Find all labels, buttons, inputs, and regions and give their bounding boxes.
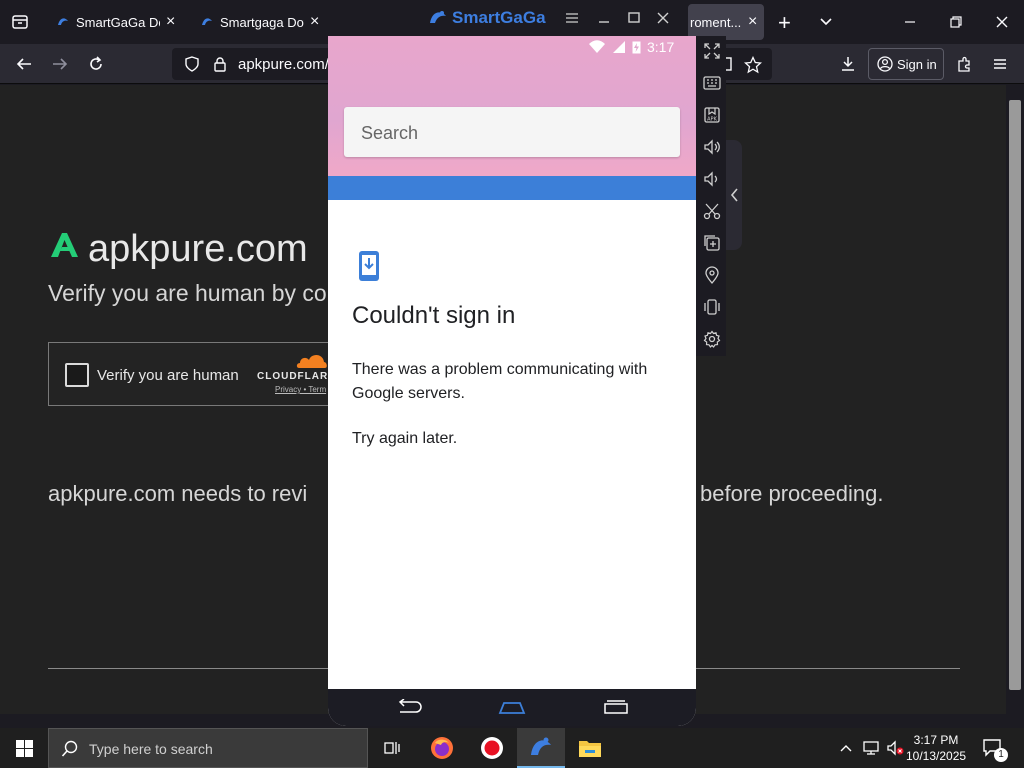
network-icon[interactable] [862,740,880,756]
notification-count-badge: 1 [994,748,1008,762]
task-view-icon[interactable] [368,728,416,768]
taskbar-search-box[interactable]: Type here to search [48,728,368,768]
fullscreen-icon[interactable] [703,42,721,60]
recents-nav-icon[interactable] [602,699,630,715]
cloudflare-brand: CLOUDFLAR [257,371,329,382]
tab-label: SmartGaGa Dow [76,14,160,30]
scissors-screenshot-icon[interactable] [703,202,721,220]
clock-date: 10/13/2025 [906,749,967,763]
status-time: 3:17 [647,39,675,55]
battery-charging-icon [632,41,641,54]
error-dialog-title: Couldn't sign in [352,302,516,329]
emulator-maximize-icon[interactable] [626,10,642,26]
cloudflare-cloud-icon [295,351,329,369]
tray-chevron-up-icon[interactable] [838,740,854,756]
tab-close-icon[interactable]: × [166,13,175,31]
app-menu-icon[interactable] [988,52,1012,76]
android-screen[interactable]: 3:17 Search Couldn't sign in There was a… [328,36,696,726]
new-tab-button[interactable]: + [778,10,791,36]
app-header-band [328,176,696,200]
windows-taskbar: Type here to search 3:17 PM 10/13/2025 1 [0,728,1024,768]
android-status-bar: 3:17 [588,39,674,55]
tab-close-icon[interactable]: × [310,13,319,31]
apkpure-logo-icon [48,231,80,259]
sign-in-button[interactable]: Sign in [868,48,944,80]
volume-down-icon[interactable] [703,170,721,188]
smartgaga-logo-icon [428,8,448,28]
signal-icon [613,41,625,53]
error-dialog-message: There was a problem communicating with G… [352,361,648,402]
shake-vibrate-icon[interactable] [703,298,721,316]
review-message-right: before proceeding. [700,481,884,506]
search-icon [61,740,79,758]
bookmark-star-icon[interactable] [744,56,762,74]
file-explorer-icon[interactable] [566,728,614,768]
search-input[interactable]: Search [344,107,680,157]
scrollbar-thumb[interactable] [1009,100,1021,690]
install-apk-icon[interactable]: APK [703,106,721,124]
tab-smartgaga-1[interactable]: SmartGaGa Dow × [56,0,186,44]
android-nav-bar [328,689,696,726]
svg-text:APK: APK [707,117,717,123]
account-icon [877,56,893,72]
shield-icon[interactable] [184,56,200,72]
tab-label: roment... [690,14,742,30]
tab-overflow-chevron-icon[interactable] [818,14,834,30]
verify-checkbox[interactable] [65,363,89,387]
side-toolbar-collapse[interactable] [726,140,742,250]
search-placeholder: Search [361,123,419,143]
wifi-icon [589,40,605,53]
tab-label: Smartgaga Dow [220,14,304,30]
emulator-close-icon[interactable] [655,10,671,26]
review-message-left: apkpure.com needs to revi [48,481,308,506]
back-arrow-icon[interactable] [12,52,36,76]
downloads-icon[interactable] [836,52,860,76]
tab-close-icon[interactable]: × [748,13,757,31]
restore-window-icon[interactable] [948,14,964,30]
cloudflare-privacy-terms-links[interactable]: Privacy • Term [275,385,326,394]
close-window-icon[interactable] [994,14,1010,30]
emulator-minimize-icon[interactable] [596,10,612,26]
forward-arrow-icon[interactable] [48,52,72,76]
phone-download-icon [358,250,380,282]
taskbar-clock[interactable]: 3:17 PM 10/13/2025 [906,732,966,764]
url-text[interactable]: apkpure.com/1 [238,56,337,73]
settings-gear-icon[interactable] [703,330,721,348]
tab-list-icon[interactable] [10,12,30,32]
taskbar-search-placeholder: Type here to search [89,741,213,757]
tab-smartgaga-2[interactable]: Smartgaga Dow × [200,0,330,44]
cloudflare-challenge-widget: Verify you are human CLOUDFLAR Privacy •… [48,342,348,406]
emulator-brand: SmartGaGa [452,8,546,27]
volume-muted-icon[interactable] [886,740,904,756]
clock-time: 3:17 PM [913,733,959,747]
back-nav-icon[interactable] [394,699,422,715]
site-name: apkpure.com [88,228,308,270]
smartgaga-favicon-icon [202,18,212,25]
volume-up-icon[interactable] [703,138,721,156]
home-nav-icon[interactable] [498,699,526,715]
verify-heading: Verify you are human by co [48,280,327,306]
minimize-window-icon[interactable] [902,14,918,30]
reload-icon[interactable] [84,52,108,76]
lock-icon[interactable] [212,56,228,72]
error-dialog-retry-text: Try again later. [352,430,458,447]
keyboard-icon[interactable] [703,74,721,92]
location-pin-icon[interactable] [703,266,721,284]
smartgaga-taskbar-icon[interactable] [517,728,565,768]
sign-in-label: Sign in [897,56,937,72]
tab-active[interactable]: roment... × [688,4,764,40]
smartgaga-favicon-icon [58,18,68,25]
chevron-left-icon[interactable] [726,140,742,250]
screen-recorder-icon[interactable] [468,728,516,768]
extensions-icon[interactable] [952,52,976,76]
verify-checkbox-label[interactable]: Verify you are human [97,367,239,384]
multi-instance-icon[interactable] [703,234,721,252]
firefox-taskbar-icon[interactable] [418,728,466,768]
windows-start-icon[interactable] [16,740,33,757]
emulator-menu-icon[interactable] [564,10,580,26]
